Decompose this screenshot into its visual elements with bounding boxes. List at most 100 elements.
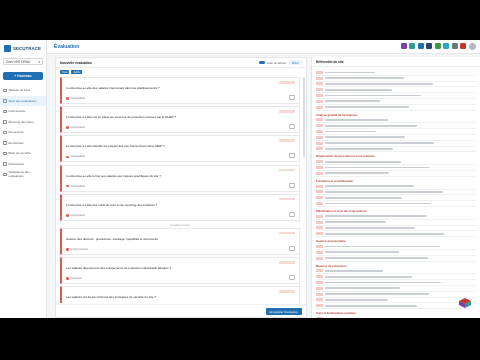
- reference-item[interactable]: [316, 171, 476, 177]
- sidebar-item[interactable]: Statistiques des évaluations: [0, 169, 46, 180]
- sidebar-item[interactable]: Tableau de bord: [0, 85, 46, 96]
- reference-item-text: [325, 281, 441, 284]
- reference-item-text: [325, 227, 415, 229]
- sidebar-item-label: Suivi des évaluations: [8, 98, 37, 103]
- sidebar-item[interactable]: Documents: [0, 127, 46, 138]
- status-dot-icon: [66, 97, 69, 100]
- reference-code-tag: [316, 76, 323, 80]
- reference-item[interactable]: [316, 231, 476, 238]
- reference-item[interactable]: [316, 316, 476, 318]
- evaluation-panel-footer: Enregistrer l'évaluation: [56, 304, 306, 317]
- answer-checkbox[interactable]: [289, 95, 295, 100]
- sidebar-item-label: Documents: [8, 130, 24, 135]
- chip-bar: Tous Actifs: [56, 68, 306, 76]
- list-item[interactable]: L'entreprise a-t-elle des outils de suiv…: [60, 193, 300, 221]
- sidebar: SECUTRACE Clan VSO ORAU ▾ + Nouveau Tabl…: [0, 40, 47, 318]
- new-button[interactable]: + Nouveau: [3, 72, 43, 80]
- gear-icon: [3, 162, 7, 166]
- save-button[interactable]: Enregistrer l'évaluation: [265, 308, 302, 315]
- reference-section-title: Gestion documentaire: [316, 239, 346, 244]
- list-item[interactable]: Les salariés disposent-ils des équipemen…: [60, 257, 300, 285]
- tile-green-icon[interactable]: [434, 43, 441, 49]
- question-text: L'entreprise a-t-elle des outils de suiv…: [66, 202, 158, 207]
- answer-checkbox[interactable]: [289, 245, 295, 251]
- question-meta: Protection: [66, 277, 82, 280]
- reference-item[interactable]: [316, 147, 476, 153]
- task-list-toggle[interactable]: [259, 60, 266, 65]
- tile-purple-icon[interactable]: [400, 43, 407, 49]
- answer-checkbox[interactable]: [289, 275, 295, 281]
- sidebar-item[interactable]: Paramètres: [0, 159, 46, 170]
- reference-item-text: [325, 124, 417, 127]
- document-icon: [3, 130, 7, 134]
- reference-item[interactable]: [316, 201, 476, 207]
- tile-red-icon[interactable]: [460, 43, 466, 49]
- filter-button[interactable]: Filtrer: [288, 60, 302, 65]
- tile-cyan-icon[interactable]: [443, 43, 449, 49]
- list-item[interactable]: Gestion des déchets : procédures, stocka…: [60, 227, 300, 255]
- reference-item[interactable]: [316, 105, 476, 111]
- sidebar-item[interactable]: Planning des plans: [0, 117, 46, 128]
- list-item[interactable]: L'entreprise a-t-elle des salariés inter…: [60, 77, 300, 104]
- organization-select-value: Clan VSO ORAU: [6, 59, 31, 64]
- reference-item[interactable]: [316, 303, 476, 310]
- sidebar-item-label: Intervenants: [8, 109, 26, 114]
- question-list: L'entreprise a-t-elle des salariés inter…: [60, 77, 300, 303]
- reference-code-tag: [316, 196, 323, 200]
- grid-icon: [3, 172, 7, 176]
- clipboard-icon: [3, 99, 7, 103]
- answer-checkbox[interactable]: [289, 182, 295, 188]
- sidebar-item-label: Paramètres: [8, 161, 25, 166]
- reference-item-text: [325, 160, 401, 163]
- row-flag: [279, 290, 295, 293]
- reference-code-tag: [316, 135, 323, 139]
- reference-code-tag: [316, 99, 323, 103]
- sidebar-item-label: Tableau de bord: [8, 88, 31, 93]
- tile-teal-icon[interactable]: [409, 43, 415, 49]
- reference-code-tag: [316, 184, 323, 188]
- list-item[interactable]: L'entreprise a-t-elle mis en place les m…: [60, 106, 300, 134]
- sidebar-item[interactable]: Entreprises: [0, 138, 46, 149]
- question-meta: Organisation: [66, 155, 85, 158]
- sidebar-item[interactable]: Bilan de sécurité: [0, 148, 46, 159]
- reference-item-text: [325, 185, 414, 188]
- reference-section-title: Planification et suivi des interventions: [316, 208, 367, 213]
- chip-active[interactable]: Actifs: [71, 70, 82, 74]
- sidebar-item[interactable]: Suivi des évaluations: [0, 95, 46, 106]
- organization-select[interactable]: Clan VSO ORAU ▾: [3, 58, 43, 65]
- reference-item-text: [325, 293, 429, 295]
- reference-item-text: [325, 83, 433, 85]
- chip-all[interactable]: Tous: [60, 70, 70, 74]
- reference-item-text: [325, 166, 430, 169]
- brand-logo-icon: [4, 45, 11, 52]
- brand: SECUTRACE: [4, 45, 46, 52]
- scrollbar[interactable]: [303, 77, 305, 157]
- reference-section-title: Analyse globale de l'entreprise: [316, 112, 358, 117]
- tile-blue-icon[interactable]: [417, 43, 424, 49]
- reference-code-tag: [316, 256, 323, 260]
- answer-checkbox[interactable]: [289, 153, 295, 159]
- status-dot-icon: [66, 277, 69, 280]
- reference-item[interactable]: [316, 256, 476, 262]
- tile-navy-icon[interactable]: [426, 43, 432, 49]
- reference-code-tag: [316, 70, 323, 74]
- reference-code-tag: [316, 82, 323, 86]
- sidebar-item[interactable]: Intervenants: [0, 106, 46, 117]
- people-icon: [3, 109, 7, 113]
- reference-item-text: [325, 142, 434, 145]
- row-flag: [279, 231, 295, 235]
- row-flag: [279, 261, 295, 264]
- list-item[interactable]: L'entreprise a-t-elle formé ses salariés…: [60, 164, 300, 192]
- avatar[interactable]: [469, 43, 476, 50]
- reference-item-text: [325, 215, 427, 218]
- tile-gray-icon[interactable]: [451, 43, 458, 49]
- reference-code-tag: [316, 141, 323, 145]
- list-item[interactable]: L'entreprise a-t-elle identifié les risq…: [60, 135, 300, 163]
- reference-item-text: [325, 94, 421, 97]
- list-item[interactable]: Les salariés ont-ils été informés des co…: [60, 286, 300, 303]
- answer-checkbox[interactable]: [289, 124, 295, 130]
- status-dot-icon: [66, 184, 69, 188]
- reference-item-text: [325, 304, 417, 307]
- answer-checkbox[interactable]: [289, 211, 295, 217]
- question-category: Protection: [70, 277, 83, 281]
